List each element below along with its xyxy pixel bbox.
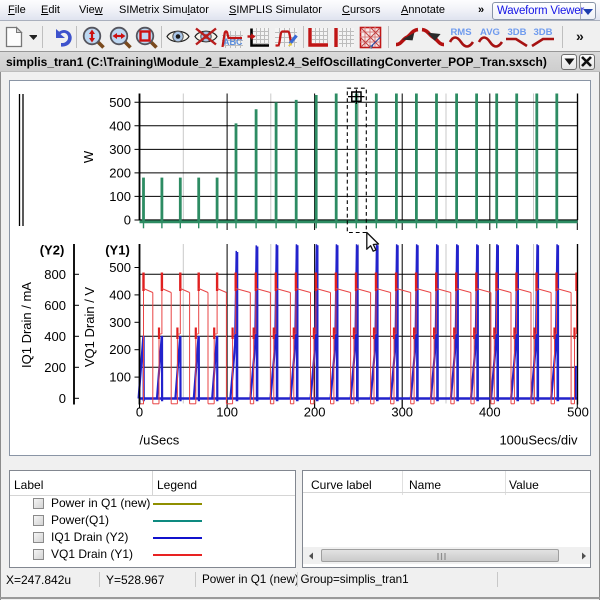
- svg-text:400: 400: [44, 329, 66, 344]
- svg-text:100uSecs/div: 100uSecs/div: [499, 433, 578, 448]
- svg-text:(Y1): (Y1): [105, 243, 130, 258]
- svg-text:100: 100: [109, 370, 131, 385]
- svg-text:500: 500: [109, 260, 131, 275]
- svg-text:800: 800: [44, 267, 66, 282]
- svg-text:300: 300: [109, 315, 131, 330]
- svg-text:200: 200: [109, 342, 131, 357]
- svg-text:100: 100: [109, 189, 131, 204]
- svg-text:/uSecs: /uSecs: [140, 433, 180, 448]
- svg-text:(Y2): (Y2): [40, 243, 65, 258]
- svg-text:400: 400: [109, 287, 131, 302]
- svg-text:VQ1 Drain / V: VQ1 Drain / V: [82, 287, 97, 368]
- svg-text:0: 0: [124, 213, 131, 228]
- svg-text:0: 0: [136, 405, 143, 420]
- svg-text:200: 200: [304, 405, 326, 420]
- svg-text:600: 600: [44, 298, 66, 313]
- svg-text:400: 400: [109, 118, 131, 133]
- svg-text:300: 300: [109, 142, 131, 157]
- svg-text:0: 0: [59, 391, 66, 406]
- svg-text:W: W: [81, 150, 96, 163]
- svg-text:500: 500: [109, 95, 131, 110]
- svg-text:100: 100: [216, 405, 238, 420]
- svg-text:400: 400: [479, 405, 501, 420]
- svg-text:IQ1 Drain / mA: IQ1 Drain / mA: [19, 282, 34, 368]
- svg-text:500: 500: [567, 405, 589, 420]
- svg-text:300: 300: [391, 405, 413, 420]
- svg-text:200: 200: [109, 165, 131, 180]
- svg-text:200: 200: [44, 360, 66, 375]
